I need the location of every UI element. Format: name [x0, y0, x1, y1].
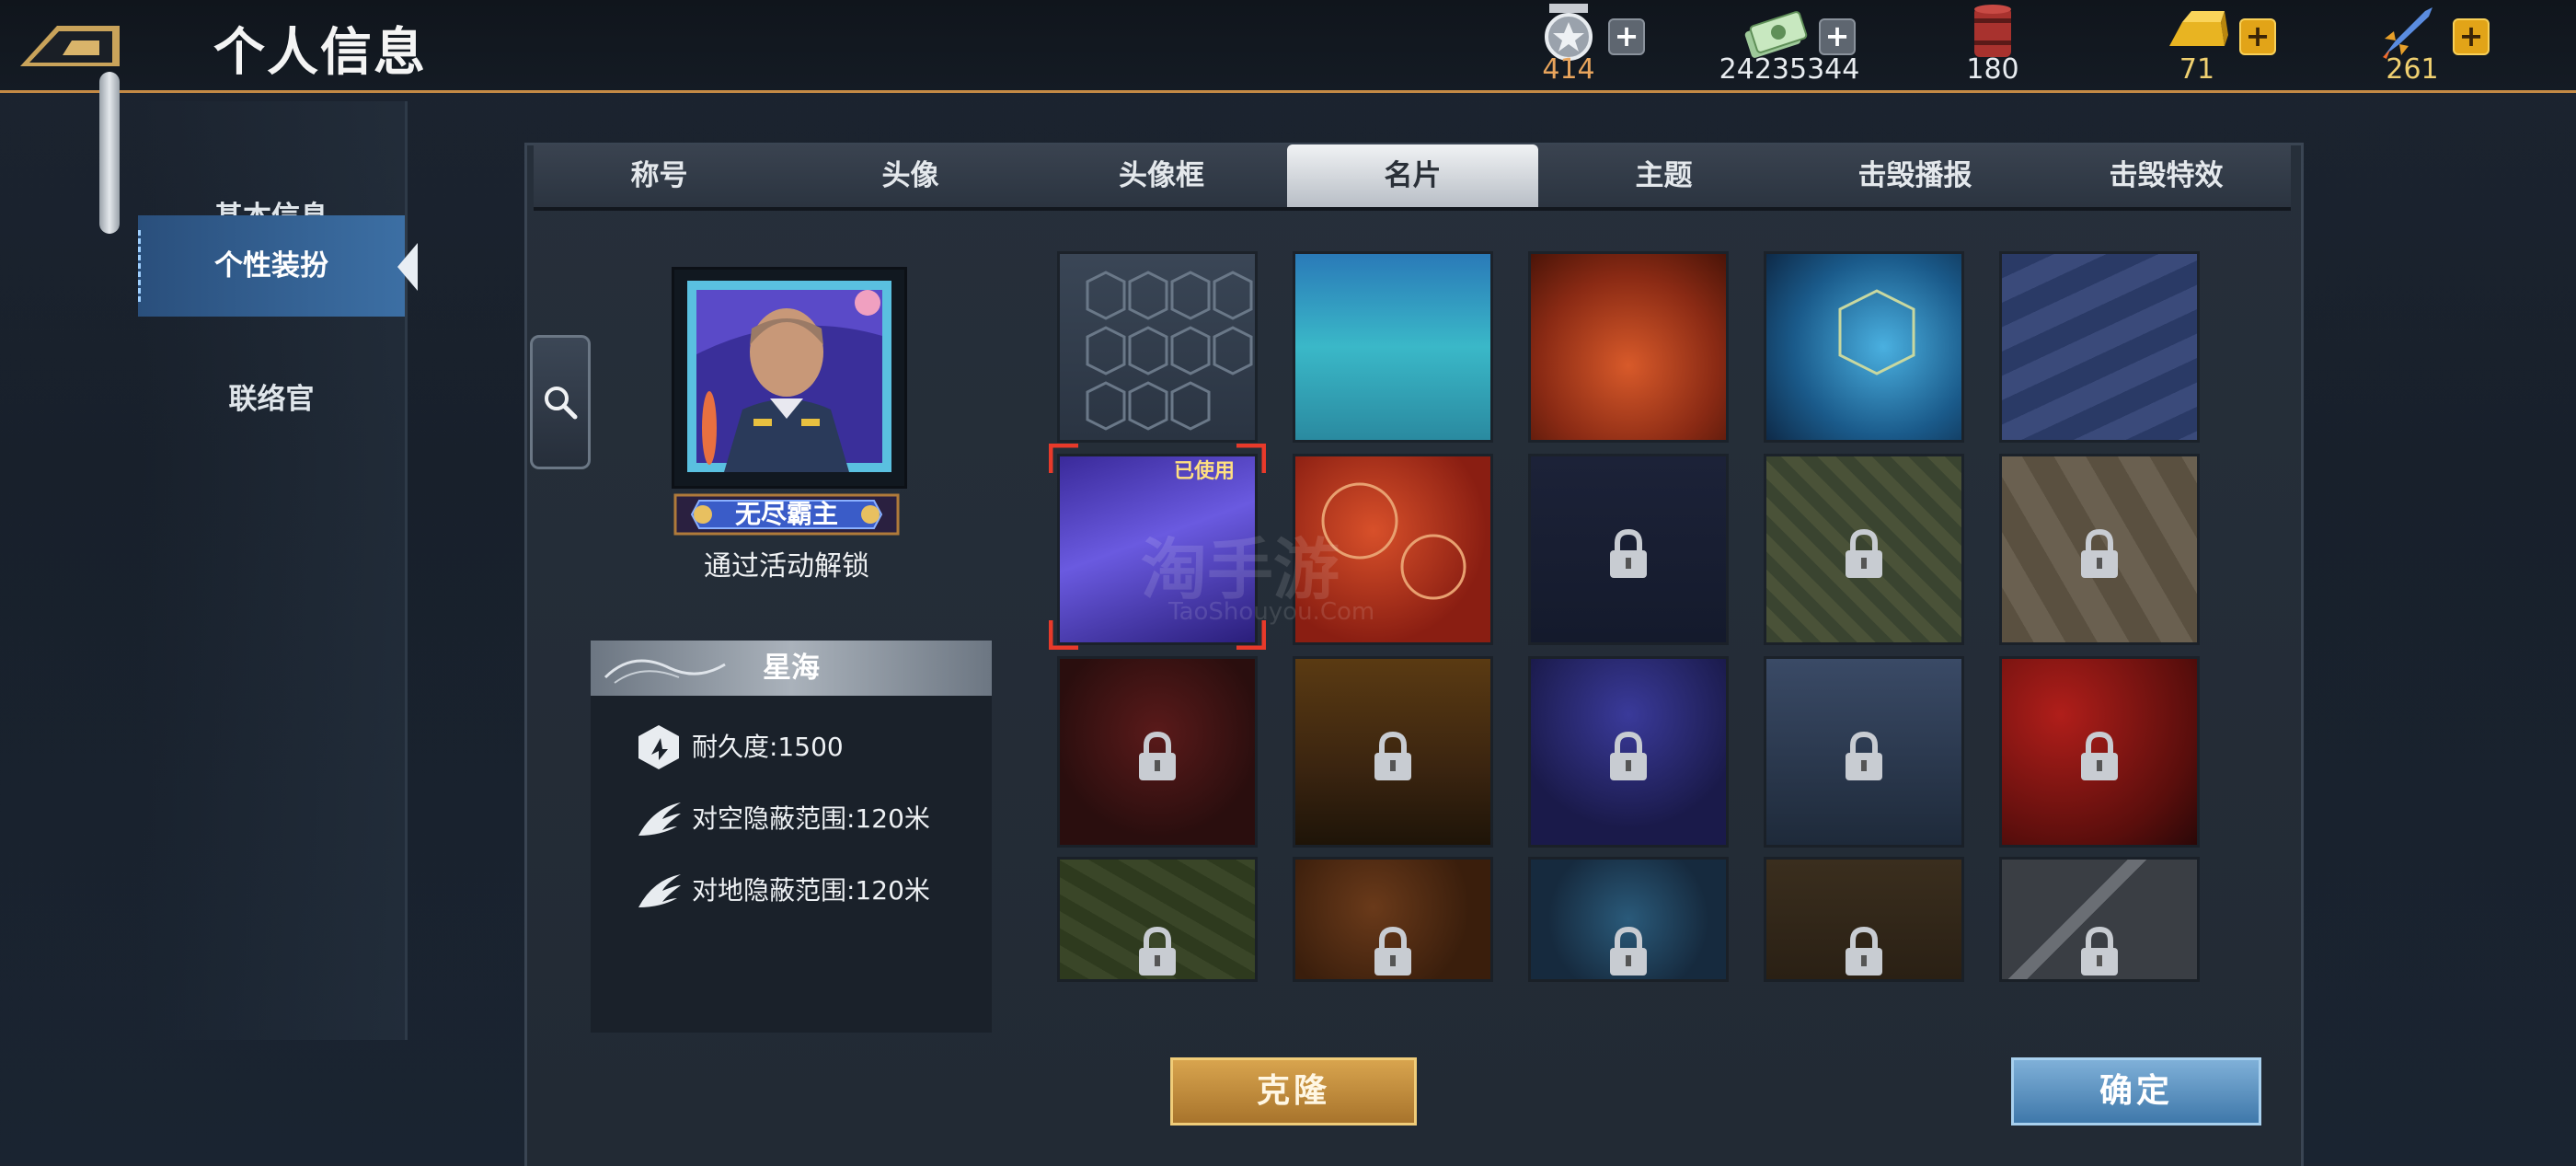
unlock-hint: 通过活动解锁	[704, 550, 869, 583]
lock-icon	[1139, 926, 1176, 976]
card-steel-stripe[interactable]	[2002, 860, 2197, 979]
active-indicator-arrow	[397, 243, 418, 291]
rocket-count: 261	[2386, 53, 2439, 86]
tab-kill-broadcast[interactable]: 击毁播报	[1789, 144, 2041, 207]
card-blue-stripes[interactable]	[2002, 254, 2197, 440]
card-star-brown[interactable]	[1766, 860, 1961, 979]
gold-count: 71	[2179, 53, 2215, 86]
sidebar-scrollbar[interactable]	[99, 72, 120, 234]
card-ocean[interactable]	[1295, 254, 1490, 440]
card-red-dark[interactable]	[1060, 659, 1255, 845]
sidebar-item-label: 个性装扮	[214, 249, 328, 283]
in-use-badge: 已使用	[1174, 460, 1236, 483]
lock-icon	[1610, 926, 1647, 976]
add-medal-button[interactable]: +	[1608, 18, 1645, 55]
card-info-panel: 星海 耐久度:1500 对空隐蔽范围:120米 对地隐蔽范围:120米	[591, 641, 992, 1033]
clone-button[interactable]: 克隆	[1170, 1057, 1417, 1126]
cash-count: 24235344	[1719, 53, 1860, 86]
card-autumn-leaves[interactable]	[1295, 860, 1490, 979]
wing-stealth-icon	[638, 802, 681, 836]
back-button[interactable]	[17, 13, 125, 70]
sidebar: 基本信息 个性装扮 联络官	[138, 101, 418, 1040]
medal-count: 414	[1542, 53, 1595, 86]
add-rocket-button[interactable]: +	[2453, 18, 2490, 55]
sidebar-item-liaison[interactable]: 联络官	[138, 370, 405, 429]
lock-icon	[1374, 731, 1411, 780]
search-icon	[545, 387, 578, 420]
tab-bar: 称号 头像 头像框 名片 主题 击毁播报 击毁特效	[534, 144, 2291, 211]
lock-icon	[1610, 731, 1647, 780]
sidebar-item-label: 联络官	[228, 383, 315, 416]
card-desert-diamond[interactable]	[2002, 456, 2197, 642]
card-name: 星海	[763, 652, 820, 685]
tab-avatar[interactable]: 头像	[785, 144, 1036, 207]
tab-theme[interactable]: 主题	[1538, 144, 1789, 207]
hexagon-pattern-art	[1086, 271, 1253, 431]
card-flames[interactable]	[1531, 254, 1726, 440]
tab-kill-effect[interactable]: 击毁特效	[2041, 144, 2292, 207]
add-cash-button[interactable]: +	[1819, 18, 1856, 55]
card-hexagon-pattern[interactable]	[1060, 254, 1255, 440]
lock-icon	[1846, 528, 1882, 578]
card-dark-star[interactable]	[1531, 456, 1726, 642]
page-title: 个人信息	[213, 23, 427, 83]
card-tech-hexagon[interactable]	[1766, 254, 1961, 440]
add-gold-button[interactable]: +	[2239, 18, 2276, 55]
lock-icon	[1610, 528, 1647, 578]
oil-count: 180	[1966, 53, 2019, 86]
lock-icon	[1139, 731, 1176, 780]
avatar-preview	[672, 267, 907, 489]
card-floral-gold[interactable]	[1060, 860, 1255, 979]
card-snowflake[interactable]	[1531, 860, 1726, 979]
lock-icon	[1846, 731, 1882, 780]
sidebar-item-personal-decor[interactable]: 个性装扮	[138, 215, 418, 317]
back-arrow-icon	[20, 26, 120, 66]
lock-icon	[2081, 528, 2118, 578]
title-badge-label: 无尽霸主	[734, 499, 838, 529]
card-night-sky[interactable]	[1531, 659, 1726, 845]
confirm-button[interactable]: 确定	[2011, 1057, 2261, 1126]
tab-avatar-frame[interactable]: 头像框	[1036, 144, 1287, 207]
hexagon-outline-art	[1838, 289, 1915, 375]
title-badge: 无尽霸主	[672, 488, 902, 541]
commander-portrait	[687, 281, 891, 472]
wing-stealth-icon	[638, 874, 681, 907]
tab-name-card[interactable]: 名片	[1287, 144, 1538, 207]
card-red-star-flag[interactable]	[2002, 659, 2197, 845]
lock-icon	[2081, 926, 2118, 976]
card-sunset[interactable]	[1295, 659, 1490, 845]
shield-durability-icon	[638, 725, 679, 769]
top-bar: 个人信息 + 414 + 24235344 180 + 71 + 261	[0, 0, 2576, 93]
card-digital-camo[interactable]	[1766, 456, 1961, 642]
watermark-url: TaoShouyou.Com	[1168, 598, 1375, 626]
lock-icon	[1374, 926, 1411, 976]
tab-title[interactable]: 称号	[534, 144, 785, 207]
card-helicopter-battle[interactable]	[1766, 659, 1961, 845]
lock-icon	[2081, 731, 2118, 780]
lock-icon	[1846, 926, 1882, 976]
card-info-header: 星海	[591, 641, 992, 696]
search-button[interactable]	[530, 335, 591, 469]
